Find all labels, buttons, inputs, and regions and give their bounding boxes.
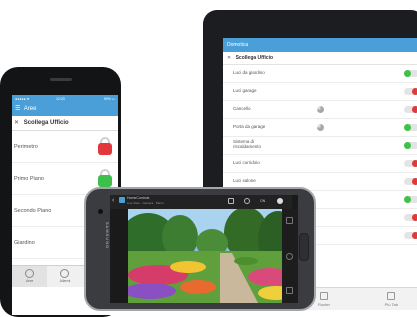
garden-camera-image xyxy=(128,209,292,303)
toggle-switch[interactable] xyxy=(404,196,417,203)
list-item-label: Luci garage xyxy=(233,88,257,93)
list-item: Sistema di riscaldamento xyxy=(223,137,417,155)
toggle-switch[interactable] xyxy=(404,124,417,131)
menu-icon[interactable]: ☰ xyxy=(15,103,20,116)
tab-label: Più Tab xyxy=(384,302,398,307)
app-title: HomeControls xyxy=(127,196,150,200)
toggle-switch[interactable] xyxy=(404,142,417,149)
camera-app-bar: ‹ HomeControls Live View · Camera · Parc… xyxy=(110,195,292,209)
iphone-section-header[interactable]: ✕ Scollega Ufficio xyxy=(12,116,118,131)
front-camera xyxy=(98,209,103,214)
list-item-label: Luci corridoio xyxy=(233,160,260,165)
circle-control-icon[interactable] xyxy=(286,253,293,260)
more-icon xyxy=(387,292,396,300)
camera-live-view[interactable] xyxy=(128,209,292,303)
loading-spinner-icon xyxy=(317,124,324,131)
clock: 12:23 xyxy=(56,97,65,101)
tab-label: Router xyxy=(317,302,330,307)
lock-body xyxy=(98,143,112,155)
settings-icon[interactable] xyxy=(286,217,293,224)
list-item: Porta da garage xyxy=(223,119,417,137)
tab-label: Allarmi xyxy=(59,279,71,283)
iphone-header: ☰ Aree xyxy=(12,103,118,116)
label-line: riscaldamento xyxy=(233,144,262,149)
tablet-section-title: Scollega Ufficio xyxy=(235,55,274,61)
toggle-switch[interactable] xyxy=(404,106,417,113)
snapshot-camera-icon[interactable] xyxy=(244,198,250,204)
area-label: Giardino xyxy=(14,240,35,246)
home-button[interactable] xyxy=(299,233,309,261)
toggle-knob xyxy=(412,106,417,113)
toggle-switch[interactable] xyxy=(404,70,417,77)
iphone-title: Aree xyxy=(23,106,37,112)
list-item-label: Luci da giardino xyxy=(233,70,265,75)
list-item: Luci da giardino xyxy=(223,65,417,83)
lock-body xyxy=(98,175,112,187)
toggle-knob xyxy=(412,232,417,239)
samsung-screen: ‹ HomeControls Live View · Camera · Parc… xyxy=(110,195,298,303)
area-item[interactable]: Perimetro xyxy=(12,131,118,163)
toggle-switch[interactable] xyxy=(404,232,417,239)
area-label: Perimetro xyxy=(14,144,38,150)
toggle-knob xyxy=(412,160,417,167)
speaker-grille xyxy=(50,78,72,81)
grid-icon[interactable] xyxy=(286,287,293,294)
tab-allarmi[interactable]: Allarmi xyxy=(47,266,82,287)
tab-more[interactable]: Più Tab xyxy=(358,288,417,310)
toggle-knob xyxy=(412,88,417,95)
zoom-toggle[interactable]: ON xyxy=(260,199,265,203)
alarm-icon xyxy=(60,269,70,278)
toggle-knob xyxy=(412,178,417,185)
list-item: Cancello xyxy=(223,101,417,119)
signal-indicator: ●●●●● ≋ xyxy=(15,97,30,101)
tablet-section-header[interactable]: ✕ Scollega Ufficio xyxy=(223,52,417,65)
iphone-section-title: Scollega Ufficio xyxy=(23,120,69,126)
tablet-title: Domotica xyxy=(227,42,249,48)
close-icon[interactable]: ✕ xyxy=(227,55,231,61)
app-icon xyxy=(119,197,125,203)
list-item-label: Cancello xyxy=(233,106,251,111)
toggle-switch[interactable] xyxy=(404,214,417,221)
router-icon xyxy=(319,292,328,300)
battery-indicator: 99% ▭ xyxy=(103,97,115,101)
list-item: Luci garage xyxy=(223,83,417,101)
toggle-switch[interactable] xyxy=(404,178,417,185)
list-item-label: Porta da garage xyxy=(233,124,266,129)
back-arrow-icon[interactable]: ‹ xyxy=(112,197,114,205)
home-icon xyxy=(25,269,35,278)
list-item: Luci corridoio xyxy=(223,155,417,173)
close-icon[interactable]: ✕ xyxy=(14,120,19,126)
image-icon[interactable] xyxy=(228,198,234,204)
app-subtitle: Live View · Camera · Parco xyxy=(127,201,164,205)
tab-label: Aree xyxy=(25,279,34,283)
toggle-knob xyxy=(404,70,411,77)
area-label: Secondo Piano xyxy=(14,208,52,214)
camera-side-controls xyxy=(282,209,298,303)
list-item-label: Luci salone xyxy=(233,178,256,183)
toggle-switch[interactable] xyxy=(404,88,417,95)
unlocked-lock-icon[interactable] xyxy=(98,137,112,155)
toggle-knob xyxy=(404,124,411,131)
toggle-switch[interactable] xyxy=(404,160,417,167)
toggle-knob xyxy=(404,196,411,203)
record-icon[interactable] xyxy=(277,198,283,204)
status-bar: ●●●●● ≋ 12:23 99% ▭ xyxy=(12,95,118,103)
loading-spinner-icon xyxy=(317,106,324,113)
toggle-knob xyxy=(404,142,411,149)
locked-lock-icon[interactable] xyxy=(98,169,112,187)
list-item-label: Sistema di riscaldamento xyxy=(233,139,261,149)
samsung-device: SAMSUNG ‹ HomeControls Live View · Camer… xyxy=(84,187,316,311)
toggle-knob xyxy=(412,214,417,221)
tablet-header: Domotica xyxy=(223,38,417,52)
tab-aree[interactable]: Aree xyxy=(12,266,48,287)
area-label: Primo Piano xyxy=(14,176,44,182)
